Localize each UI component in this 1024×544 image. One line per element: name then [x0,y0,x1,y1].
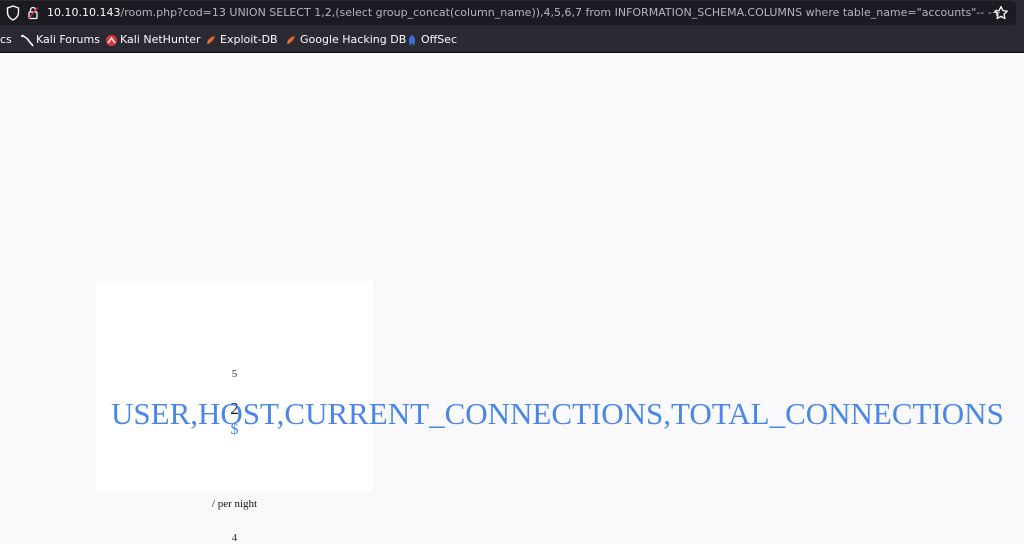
url-path: /room.php?cod=13 UNION SELECT 1,2,(selec… [120,6,1001,19]
browser-toolbar: 10.10.10.143/room.php?cod=13 UNION SELEC… [0,0,1024,28]
url-host: 10.10.10.143 [47,6,121,19]
lock-icon[interactable] [27,6,39,20]
bookmark-label: Google Hacking DB [300,33,407,46]
room-value-5: 5 [231,368,238,380]
bookmark-label: Kali Forums [36,33,100,46]
bookmark-label: Kali NetHunter [120,33,201,46]
room-value-4: 4 [231,532,238,544]
bookmark-label: Exploit-DB [220,33,278,46]
room-card [96,281,373,491]
offsec-icon [408,35,416,46]
shield-icon[interactable] [6,5,20,21]
bookmark-label: cs [0,33,12,46]
url-text[interactable]: 10.10.10.143/room.php?cod=13 UNION SELEC… [47,6,1001,20]
exploit-db-icon [207,36,215,44]
nethunter-icon [106,35,117,46]
star-icon[interactable] [993,5,1009,21]
bookmarks-toolbar: cs Kali Forums Kali NetHunter Exploit-DB… [0,28,1024,53]
kali-dragon-icon [20,34,34,47]
room-price: USER,HOST,CURRENT_CONNECTIONS,TOTAL_CONN… [111,396,1004,431]
ghdb-icon [287,36,295,44]
url-bar[interactable]: 10.10.10.143/room.php?cod=13 UNION SELEC… [0,1,1016,25]
bookmark-label: OffSec [421,33,458,46]
per-night-label: / per night [211,498,258,510]
